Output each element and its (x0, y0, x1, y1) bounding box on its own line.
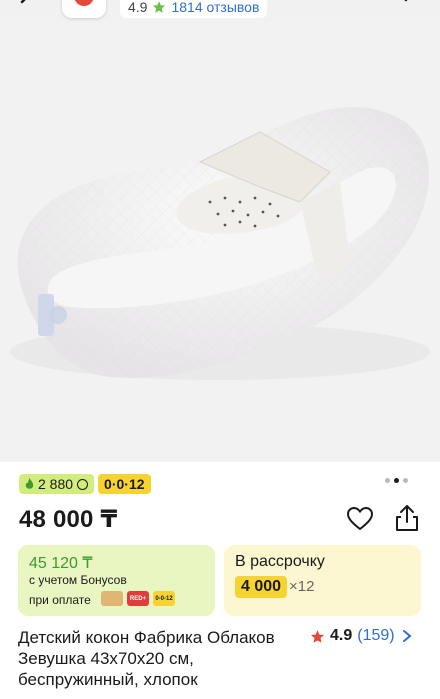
red-card-icon: RED+ (127, 591, 149, 606)
installment-multiplier: ×12 (289, 578, 315, 595)
store-rating-value: 4.9 (128, 0, 148, 15)
chevron-right-icon (402, 630, 412, 642)
gallery-pager (385, 478, 408, 483)
bonus-note: с учетом Бонусов (29, 573, 127, 587)
search-icon[interactable] (388, 0, 416, 14)
pager-dot-active (394, 478, 399, 483)
top-bar: 4.9 1814 отзывов (0, 0, 440, 22)
shop-logo[interactable] (62, 0, 106, 18)
product-price: 48 000 ₸ (19, 506, 118, 533)
installment-monthly: 4 000 (235, 576, 288, 598)
installment-card-icon: 0-0-12 (153, 591, 175, 606)
product-rating-value: 4.9 (330, 627, 353, 644)
payment-note: при оплате (29, 593, 91, 607)
bonus-price: 45 120 ₸ (29, 555, 93, 572)
pager-dot (385, 478, 390, 483)
promo-badges: 2 880 0·0·12 (19, 474, 151, 494)
store-rating-chip[interactable]: 4.9 1814 отзывов (120, 0, 268, 18)
product-rating-count[interactable]: (159) (357, 627, 394, 645)
bonus-amount: 2 880 (38, 476, 74, 492)
installment-card[interactable]: В рассрочку 4 000 ×12 (224, 545, 421, 616)
gift-card-icon (101, 591, 123, 606)
reviews-link[interactable]: 1814 отзывов (171, 0, 259, 15)
installment-title: В рассрочку (235, 553, 325, 570)
product-photo[interactable] (0, 22, 440, 462)
product-rating[interactable]: 4.9 (159) (310, 627, 412, 645)
bonus-badge: 2 880 (19, 474, 95, 494)
star-icon (310, 629, 325, 643)
flame-icon (25, 478, 34, 489)
back-arrow-icon[interactable] (18, 0, 44, 14)
bonus-price-card[interactable]: 45 120 ₸ с учетом Бонусов при оплате RED… (18, 545, 215, 616)
installment-badge: 0·0·12 (98, 474, 151, 494)
heart-icon[interactable] (346, 506, 374, 532)
pager-dot (403, 478, 408, 483)
share-icon[interactable] (393, 503, 421, 533)
product-title: Детский кокон Фабрика Облаков Зевушка 43… (18, 628, 275, 689)
star-icon (153, 1, 166, 13)
payment-icons: RED+ 0-0-12 (101, 591, 175, 606)
bonus-coin-icon (77, 478, 89, 490)
